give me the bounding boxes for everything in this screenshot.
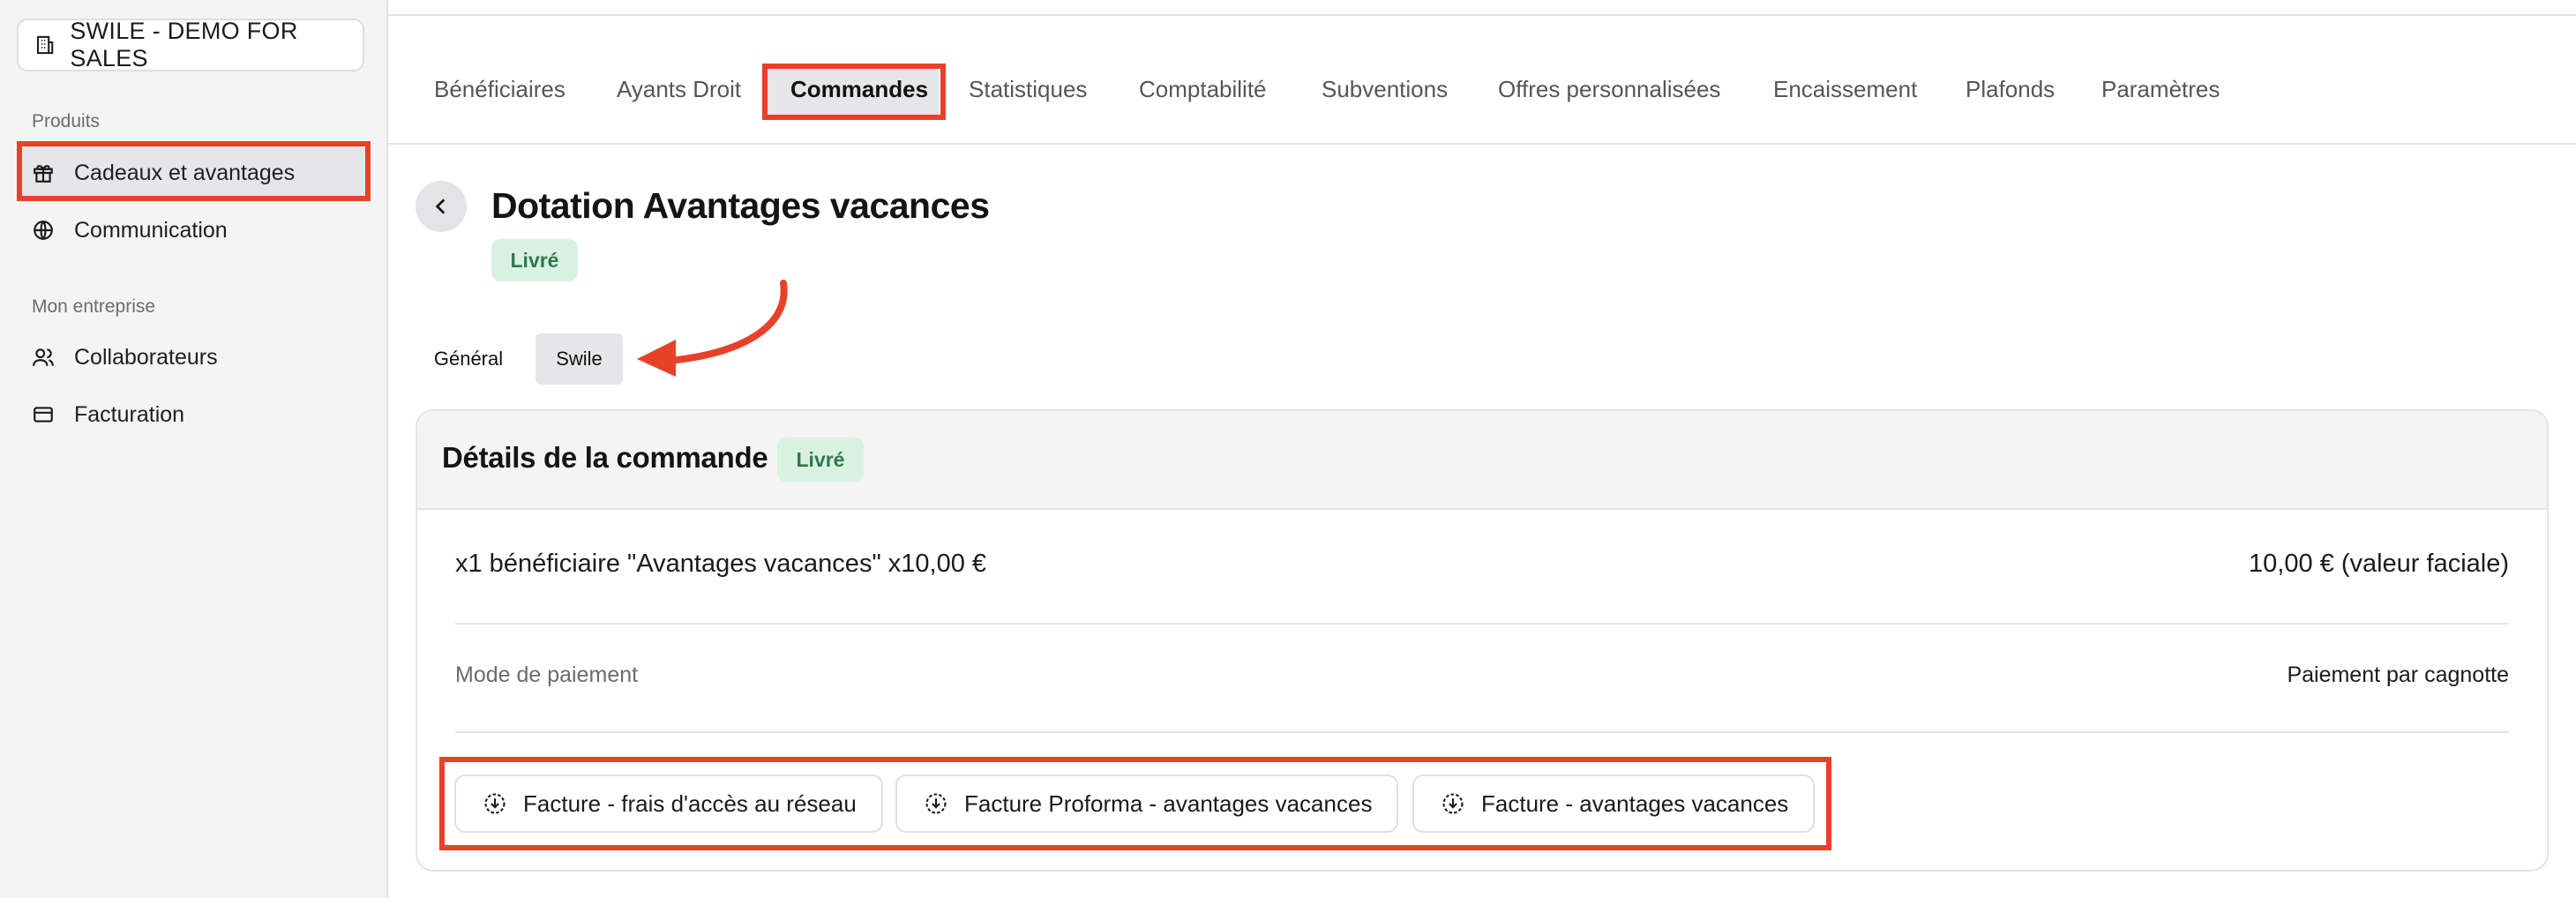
org-switcher[interactable]: SWILE - DEMO FOR SALES	[17, 18, 364, 71]
order-line-item: x1 bénéficiaire "Avantages vacances" x10…	[455, 550, 987, 578]
divider	[455, 731, 2509, 733]
status-badge: Livré	[491, 239, 578, 281]
sidebar-item-facturation[interactable]: Facturation	[19, 388, 367, 441]
order-details-card: Détails de la commande Livré x1 bénéfici…	[416, 409, 2549, 872]
status-badge: Livré	[777, 438, 864, 482]
tab-encaissement[interactable]: Encaissement	[1773, 76, 1917, 103]
payment-mode-value: Paiement par cagnotte	[2287, 662, 2509, 687]
sidebar: SWILE - DEMO FOR SALES Produits Cadeaux …	[0, 0, 388, 898]
users-icon	[33, 348, 54, 366]
download-icon	[925, 793, 947, 814]
sidebar-item-label: Facturation	[74, 401, 185, 427]
subtab-general[interactable]: Général	[416, 333, 521, 385]
page-title: Dotation Avantages vacances	[491, 185, 990, 226]
tab-commandes[interactable]: Commandes	[790, 76, 928, 103]
order-line-value: 10,00 € (valeur faciale)	[2249, 550, 2509, 578]
sidebar-item-label: Cadeaux et avantages	[74, 160, 296, 185]
divider	[455, 623, 2509, 625]
tab-ayants-droit[interactable]: Ayants Droit	[617, 76, 741, 103]
subtab-swile[interactable]: Swile	[535, 333, 623, 385]
tab-statistiques[interactable]: Statistiques	[969, 76, 1087, 103]
download-invoice-vacation-button[interactable]: Facture - avantages vacances	[1412, 775, 1816, 833]
section-label-company: Mon entreprise	[32, 296, 156, 317]
org-name: SWILE - DEMO FOR SALES	[70, 18, 298, 71]
annotation-arrow	[637, 280, 788, 377]
section-label-products: Produits	[32, 111, 101, 131]
sidebar-item-collaborateurs[interactable]: Collaborateurs	[19, 331, 367, 384]
download-invoice-proforma-button[interactable]: Facture Proforma - avantages vacances	[895, 775, 1399, 833]
download-button-label: Facture - frais d'accès au réseau	[523, 789, 857, 817]
download-button-label: Facture Proforma - avantages vacances	[964, 789, 1373, 817]
sidebar-item-label: Collaborateurs	[74, 344, 218, 370]
download-icon	[484, 793, 505, 814]
sidebar-item-gifts[interactable]: Cadeaux et avantages	[19, 146, 367, 199]
tab-offres-personnalisees[interactable]: Offres personnalisées	[1498, 76, 1720, 103]
payment-mode-label: Mode de paiement	[455, 662, 639, 687]
credit-card-icon	[34, 407, 53, 423]
sidebar-item-communication[interactable]: Communication	[19, 204, 367, 257]
sidebar-item-label: Communication	[74, 217, 228, 243]
gift-icon	[34, 165, 53, 183]
download-invoice-network-fee-button[interactable]: Facture - frais d'accès au réseau	[454, 775, 883, 833]
tab-parametres[interactable]: Paramètres	[2101, 76, 2220, 103]
tab-plafonds[interactable]: Plafonds	[1966, 76, 2055, 103]
chevron-left-icon	[435, 198, 446, 214]
download-button-label: Facture - avantages vacances	[1481, 789, 1789, 817]
card-title: Détails de la commande	[442, 441, 768, 474]
tab-bar: Bénéficiaires Ayants Droit Commandes Sta…	[388, 14, 2576, 145]
building-icon	[37, 35, 54, 55]
globe-icon	[34, 221, 53, 240]
tab-comptabilite[interactable]: Comptabilité	[1139, 76, 1267, 103]
tab-subventions[interactable]: Subventions	[1322, 76, 1448, 103]
card-header: Détails de la commande Livré	[417, 411, 2547, 510]
download-icon	[1442, 793, 1464, 814]
tab-beneficiaires[interactable]: Bénéficiaires	[434, 76, 565, 103]
back-button[interactable]	[416, 181, 467, 232]
